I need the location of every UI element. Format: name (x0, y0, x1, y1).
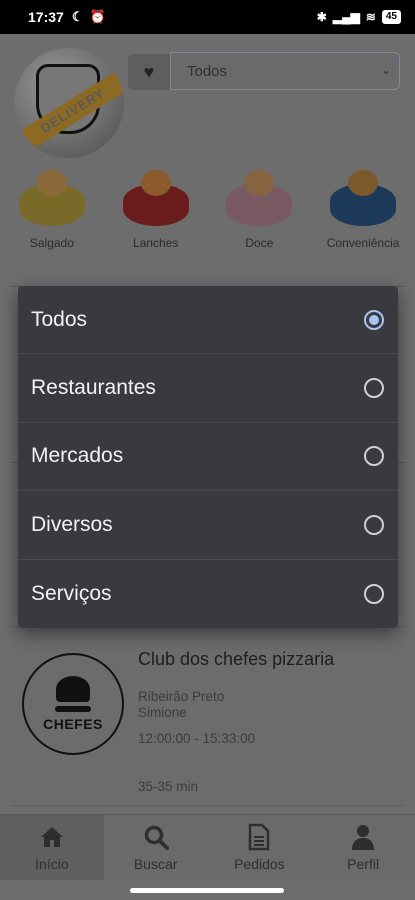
option-mercados[interactable]: Mercados (18, 423, 398, 492)
status-bar: 17:37 ☾ ⏰ ✱ ▂▄▆ ≋ 45 (0, 0, 415, 34)
category-conveniencia[interactable]: Conveniência (318, 170, 408, 250)
option-label: Mercados (31, 444, 124, 468)
category-salgado[interactable]: Salgado (7, 170, 97, 250)
restaurant-logo: CHEFES (22, 653, 124, 755)
bluetooth-icon: ✱ (316, 10, 327, 24)
radio-button[interactable] (364, 514, 384, 535)
chef-hat-icon (56, 676, 90, 702)
option-diversos[interactable]: Diversos (18, 491, 398, 560)
restaurant-hours: 12:00:00 - 15:33:00 (138, 731, 256, 746)
nav-label: Pedidos (234, 855, 285, 872)
category-doce[interactable]: Doce (214, 170, 304, 250)
salgado-image (18, 170, 85, 226)
filter-value: Todos (187, 62, 228, 80)
restaurant-name: Club dos chefes pizzaria (138, 649, 335, 669)
radio-button-checked[interactable] (364, 309, 384, 330)
restaurant-city: Ribeirão Preto (138, 689, 225, 704)
option-label: Todos (31, 307, 88, 331)
option-restaurantes[interactable]: Restaurantes (18, 354, 398, 423)
wifi-icon: ≋ (365, 10, 376, 24)
restaurant-logo-text: CHEFES (43, 716, 103, 732)
search-icon (142, 824, 170, 850)
radio-button[interactable] (364, 446, 384, 467)
nav-pedidos[interactable]: Pedidos (208, 815, 312, 880)
category-filter-select[interactable]: Todos ⌄ (170, 52, 400, 90)
radio-button[interactable] (364, 378, 384, 399)
gesture-home-bar[interactable] (130, 888, 284, 893)
document-icon (245, 823, 273, 850)
store-logo: DELIVERY (14, 48, 124, 158)
option-label: Serviços (31, 581, 112, 605)
battery-icon: 45 (381, 10, 401, 24)
nav-label: Perfil (347, 855, 380, 872)
moon-icon: ☾ (71, 9, 84, 24)
chevron-down-icon: ⌄ (380, 63, 391, 77)
bottom-navigation: Início Buscar Pedidos Perfil (0, 814, 415, 880)
category-label: Lanches (132, 236, 179, 250)
category-lanches[interactable]: Lanches (111, 170, 201, 250)
basket-image (330, 170, 397, 226)
mustache-icon (55, 706, 91, 712)
option-label: Restaurantes (31, 376, 156, 400)
user-icon (349, 824, 377, 850)
nav-label: Início (35, 855, 69, 872)
nav-inicio[interactable]: Início (0, 815, 104, 880)
category-label: Salgado (29, 236, 74, 250)
favorites-button[interactable]: ♥ (128, 54, 170, 90)
filter-options-dialog: Todos Restaurantes Mercados Diversos Ser… (18, 286, 398, 628)
category-list: Salgado Lanches Doce Conveniência (0, 170, 415, 250)
radio-button[interactable] (364, 583, 384, 604)
option-label: Diversos (31, 512, 113, 536)
nav-perfil[interactable]: Perfil (311, 815, 415, 880)
restaurant-delivery-time: 35-35 min (138, 779, 199, 794)
alarm-icon: ⏰ (89, 9, 106, 24)
restaurant-district: Simione (138, 705, 187, 720)
nav-label: Buscar (133, 855, 178, 872)
restaurant-card[interactable]: CHEFES Club dos chefes pizzaria Ribeirão… (10, 626, 405, 806)
option-todos[interactable]: Todos (18, 286, 398, 355)
dessert-image (226, 170, 293, 226)
heart-icon: ♥ (143, 61, 155, 82)
category-label: Doce (245, 236, 274, 250)
nav-buscar[interactable]: Buscar (104, 815, 208, 880)
burger-image (122, 170, 189, 226)
home-icon (38, 824, 66, 850)
option-servicos[interactable]: Serviços (18, 560, 398, 628)
status-time: 17:37 (28, 9, 64, 25)
category-label: Conveniência (326, 236, 400, 250)
signal-icon: ▂▄▆ (332, 10, 360, 24)
